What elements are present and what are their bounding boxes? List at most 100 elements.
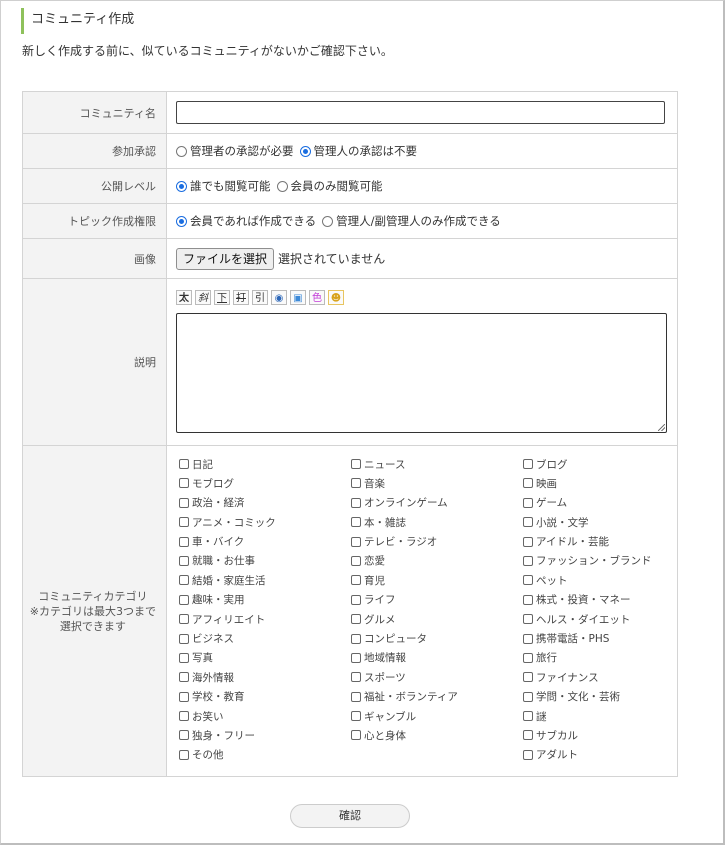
category-checkbox[interactable] — [179, 497, 189, 508]
category-label-text[interactable]: グルメ — [364, 612, 396, 627]
topic-option-members-label[interactable]: 会員であれば作成できる — [190, 213, 316, 229]
category-label-text[interactable]: ゲーム — [536, 495, 567, 510]
category-label-text[interactable]: ニュース — [364, 457, 405, 472]
category-label-text[interactable]: 学問・文化・芸術 — [536, 689, 620, 704]
category-checkbox[interactable] — [179, 672, 189, 683]
category-item[interactable]: 株式・投資・マネー — [523, 593, 669, 607]
category-item[interactable]: 育児 — [351, 573, 523, 587]
category-label-text[interactable]: ギャンブル — [364, 709, 416, 724]
italic-button[interactable]: 斜 — [195, 290, 211, 305]
category-item[interactable]: 恋愛 — [351, 554, 523, 568]
category-item[interactable]: 車・バイク — [179, 535, 351, 549]
category-item[interactable]: 地域情報 — [351, 651, 523, 665]
category-item[interactable]: ファッション・ブランド — [523, 554, 669, 568]
category-checkbox[interactable] — [179, 711, 189, 722]
category-checkbox[interactable] — [523, 536, 533, 547]
category-item[interactable]: 本・雑誌 — [351, 515, 523, 529]
category-label-text[interactable]: 心と身体 — [364, 728, 406, 743]
category-label-text[interactable]: 福祉・ボランティア — [364, 689, 458, 704]
category-label-text[interactable]: ブログ — [536, 457, 568, 472]
category-item[interactable]: ギャンブル — [351, 709, 523, 723]
category-label-text[interactable]: アフィリエイト — [192, 612, 265, 627]
category-item[interactable]: ゲーム — [523, 496, 669, 510]
category-checkbox[interactable] — [523, 459, 533, 469]
category-label-text[interactable]: 携帯電話・PHS — [536, 631, 609, 646]
join-option-not-required-label[interactable]: 管理人の承認は不要 — [314, 143, 418, 159]
category-label-text[interactable]: 学校・教育 — [192, 689, 245, 704]
category-checkbox[interactable] — [523, 749, 533, 760]
category-label-text[interactable]: 株式・投資・マネー — [536, 592, 631, 607]
category-label-text[interactable]: 独身・フリー — [192, 728, 255, 743]
category-item[interactable]: モブログ — [179, 476, 351, 490]
category-item[interactable]: お笑い — [179, 709, 351, 723]
category-label-text[interactable]: ファッション・ブランド — [536, 553, 652, 568]
category-checkbox[interactable] — [523, 594, 533, 605]
join-radio-not-required[interactable] — [299, 145, 311, 157]
category-item[interactable]: アイドル・芸能 — [523, 535, 669, 549]
category-checkbox[interactable] — [351, 691, 361, 702]
category-label-text[interactable]: アニメ・コミック — [192, 515, 276, 530]
category-checkbox[interactable] — [523, 633, 533, 644]
category-label-text[interactable]: モブログ — [192, 476, 234, 491]
category-checkbox[interactable] — [179, 575, 189, 586]
category-label-text[interactable]: 車・バイク — [192, 534, 244, 549]
category-item[interactable]: スポーツ — [351, 670, 523, 684]
category-label-text[interactable]: 音楽 — [364, 476, 385, 491]
category-item[interactable]: 就職・お仕事 — [179, 554, 351, 568]
community-name-input[interactable] — [176, 101, 665, 124]
category-item[interactable]: 独身・フリー — [179, 728, 351, 742]
category-item[interactable]: ヘルス・ダイエット — [523, 612, 669, 626]
category-item[interactable]: サブカル — [523, 728, 669, 742]
category-checkbox[interactable] — [523, 691, 533, 702]
category-label-text[interactable]: その他 — [192, 747, 224, 762]
category-item[interactable]: グルメ — [351, 612, 523, 626]
confirm-button[interactable]: 確認 — [290, 804, 410, 828]
category-item[interactable]: 携帯電話・PHS — [523, 632, 669, 646]
category-label-text[interactable]: 趣味・実用 — [192, 592, 245, 607]
category-label-text[interactable]: 恋愛 — [364, 553, 385, 568]
category-label-text[interactable]: 結婚・家庭生活 — [192, 573, 266, 588]
description-textarea[interactable] — [176, 313, 667, 433]
category-checkbox[interactable] — [523, 517, 533, 528]
category-label-text[interactable]: ライフ — [364, 592, 396, 607]
category-checkbox[interactable] — [523, 555, 533, 566]
category-label-text[interactable]: 政治・経済 — [192, 495, 245, 510]
public-option-anyone-label[interactable]: 誰でも閲覧可能 — [190, 178, 271, 194]
join-radio-required[interactable] — [176, 145, 187, 157]
category-label-text[interactable]: テレビ・ラジオ — [364, 534, 437, 549]
underline-button[interactable]: 下 — [214, 290, 230, 305]
category-checkbox[interactable] — [179, 749, 189, 760]
category-checkbox[interactable] — [179, 652, 189, 663]
category-checkbox[interactable] — [351, 711, 361, 722]
category-checkbox[interactable] — [179, 536, 189, 547]
category-item[interactable]: ブログ — [523, 457, 669, 471]
category-label-text[interactable]: アダルト — [536, 747, 578, 762]
category-checkbox[interactable] — [523, 711, 533, 722]
category-checkbox[interactable] — [523, 672, 533, 683]
category-checkbox[interactable] — [179, 594, 189, 605]
category-checkbox[interactable] — [523, 652, 533, 663]
category-checkbox[interactable] — [523, 478, 533, 489]
category-checkbox[interactable] — [351, 594, 361, 605]
category-label-text[interactable]: アイドル・芸能 — [536, 534, 609, 549]
category-checkbox[interactable] — [351, 459, 361, 469]
emoji-icon[interactable]: ☻ — [328, 290, 344, 305]
category-checkbox[interactable] — [351, 478, 361, 489]
category-checkbox[interactable] — [179, 614, 189, 625]
category-checkbox[interactable] — [179, 478, 189, 489]
category-item[interactable]: 福祉・ボランティア — [351, 690, 523, 704]
quote-button[interactable]: 引 — [252, 290, 268, 305]
category-checkbox[interactable] — [351, 672, 361, 683]
file-select-button[interactable]: ファイルを選択 — [176, 247, 275, 270]
category-item[interactable]: 日記 — [179, 457, 351, 471]
category-label-text[interactable]: 海外情報 — [192, 670, 234, 685]
category-checkbox[interactable] — [179, 691, 189, 702]
category-label-text[interactable]: 日記 — [192, 457, 213, 472]
category-item[interactable]: 学校・教育 — [179, 690, 351, 704]
category-label-text[interactable]: サブカル — [536, 728, 578, 743]
image-icon[interactable]: ▣ — [290, 290, 306, 305]
category-label-text[interactable]: 育児 — [364, 573, 385, 588]
category-item[interactable]: ライフ — [351, 593, 523, 607]
link-icon[interactable]: ◉ — [271, 290, 287, 305]
category-item[interactable]: アフィリエイト — [179, 612, 351, 626]
